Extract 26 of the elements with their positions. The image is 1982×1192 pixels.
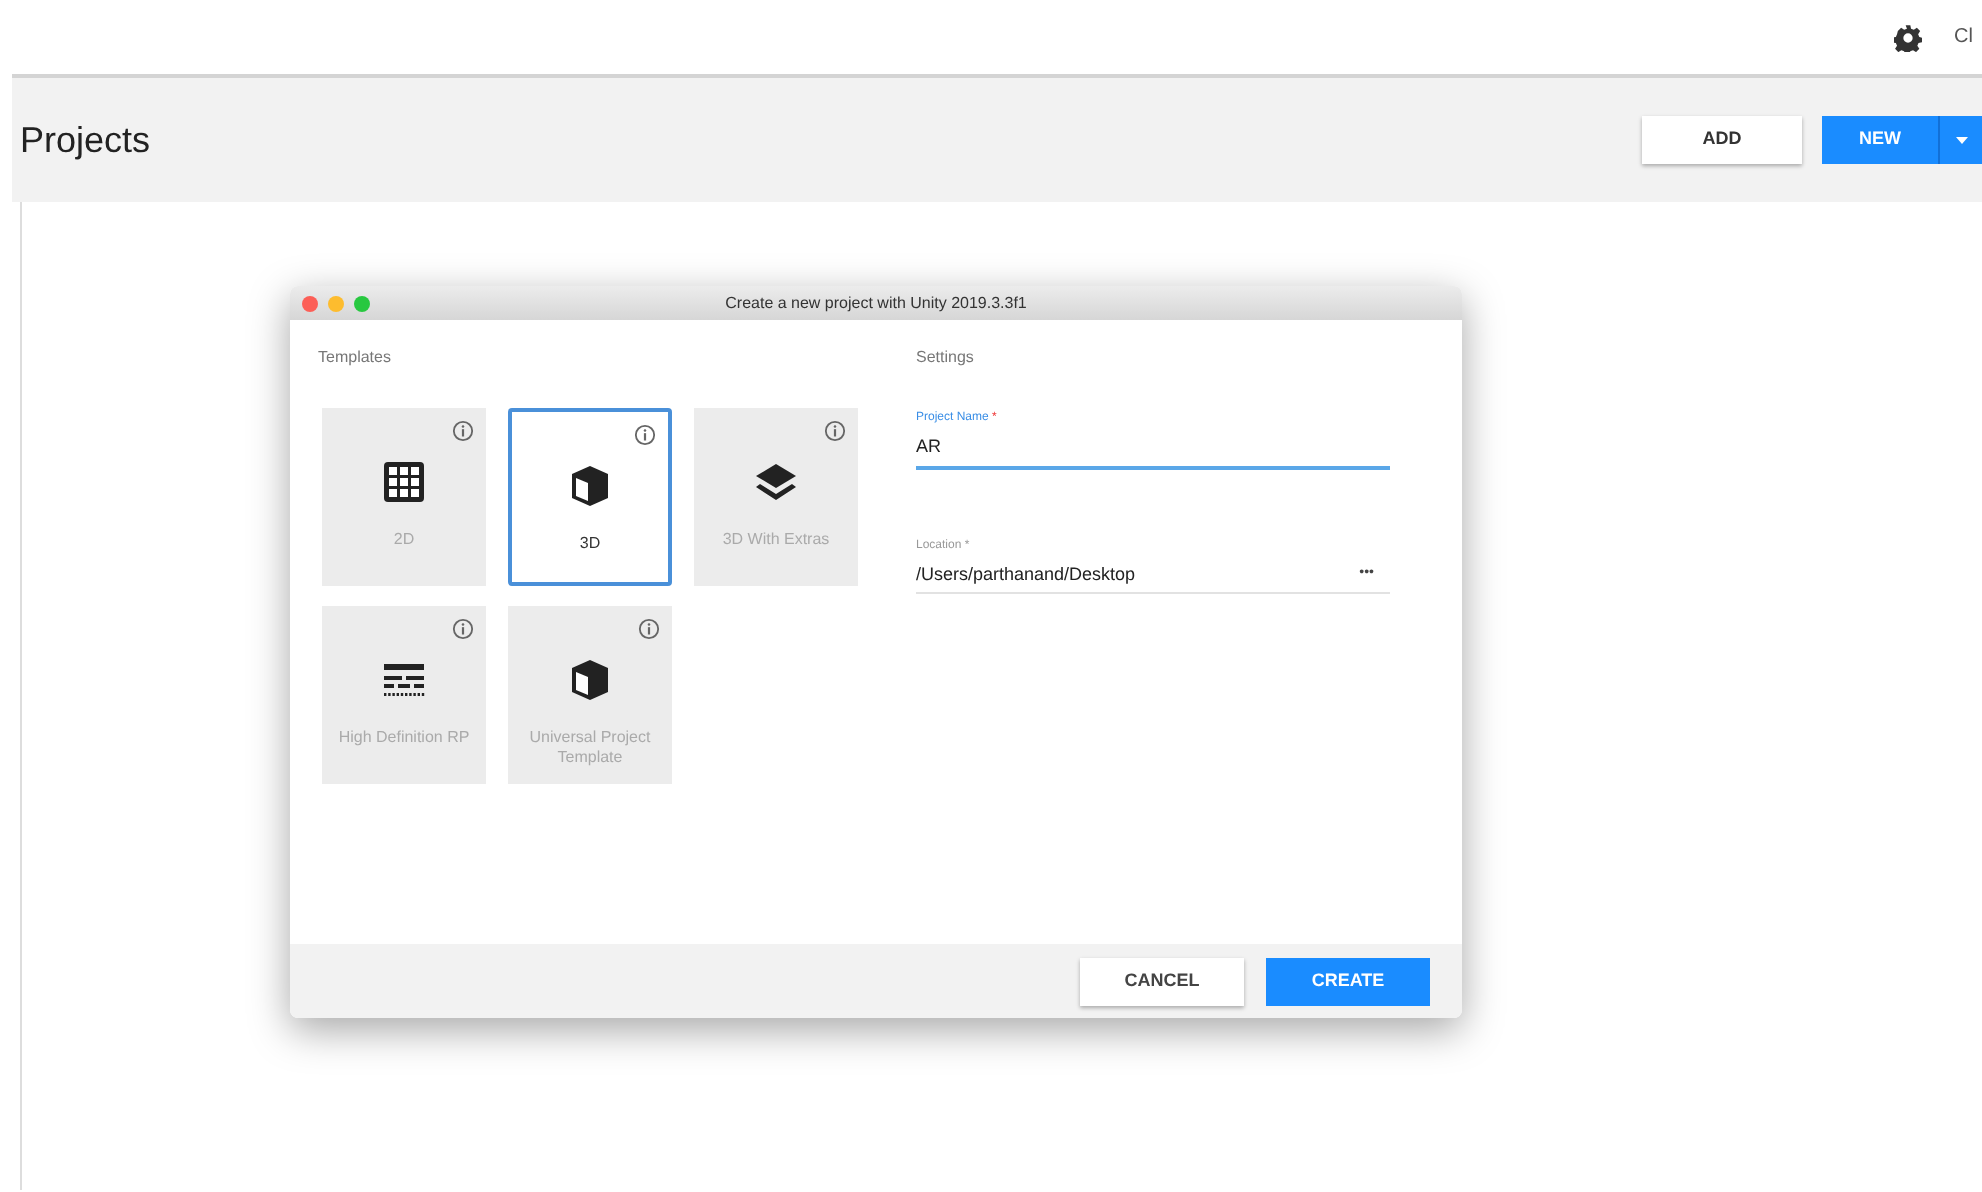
page-title: Projects — [20, 117, 151, 164]
template-label: 3D — [577, 534, 603, 554]
cancel-button[interactable]: CANCEL — [1080, 957, 1244, 1005]
info-icon[interactable] — [452, 618, 474, 640]
settings-icon[interactable] — [1894, 23, 1922, 51]
template-card[interactable]: 3D — [508, 408, 672, 586]
info-icon[interactable] — [824, 420, 846, 442]
field-value: AR — [916, 434, 944, 460]
close-icon[interactable] — [302, 295, 318, 311]
field-value: /Users/parthanand/Desktop — [916, 561, 1136, 588]
account-label[interactable]: Cl — [1954, 22, 1974, 52]
info-icon[interactable] — [638, 618, 660, 640]
grid-icon — [380, 458, 428, 506]
cube-icon — [566, 462, 614, 510]
cube-icon — [566, 656, 614, 704]
window-title: Create a new project with Unity 2019.3.3f1 — [725, 291, 1027, 315]
info-icon[interactable] — [634, 424, 656, 446]
add-button[interactable]: ADD — [1642, 116, 1802, 164]
template-label: 3D With Extras — [720, 530, 832, 550]
template-label: High Definition RP — [336, 728, 472, 748]
info-icon[interactable] — [452, 420, 474, 442]
template-label: Universal Project Template — [527, 728, 653, 768]
layers-icon — [752, 458, 800, 506]
settings-heading: Settings — [916, 346, 976, 370]
templates-heading: Templates — [318, 346, 393, 370]
template-label: 2D — [391, 530, 417, 550]
